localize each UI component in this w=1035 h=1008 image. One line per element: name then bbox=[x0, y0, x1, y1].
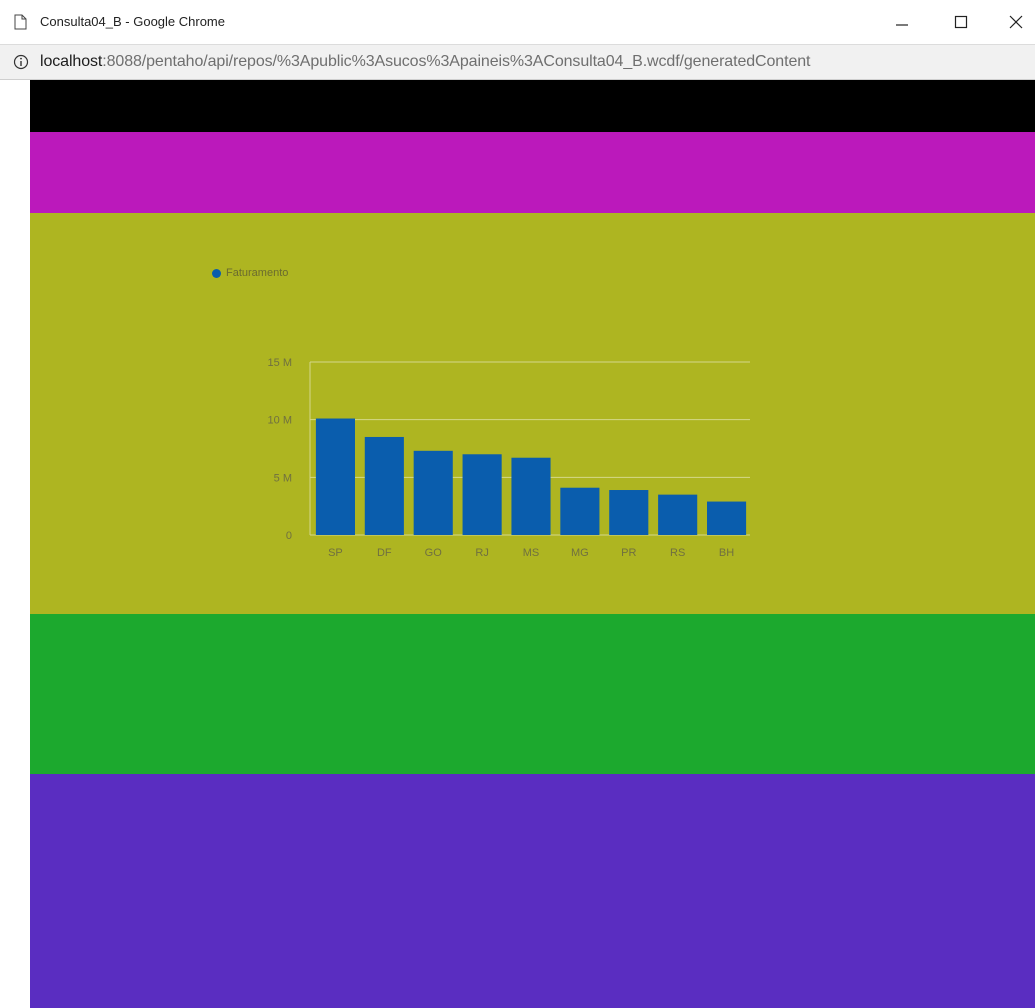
bar-mg[interactable] bbox=[560, 487, 600, 535]
y-tick-label: 15 M bbox=[268, 357, 292, 369]
bar-chart: 0 5 M 10 M 15 M SP DF GO RJ MS MG PR RS BH bbox=[250, 328, 770, 559]
window-title-bar: Consulta04_B - Google Chrome bbox=[0, 0, 1035, 44]
x-tick-label: BH bbox=[719, 547, 734, 559]
bar-sp[interactable] bbox=[315, 418, 355, 535]
maximize-button[interactable] bbox=[947, 10, 975, 34]
info-icon[interactable] bbox=[13, 54, 29, 70]
y-tick-label: 5 M bbox=[274, 472, 292, 484]
bar-rs[interactable] bbox=[658, 494, 698, 535]
url-text[interactable]: localhost:8088/pentaho/api/repos/%3Apubl… bbox=[40, 53, 810, 71]
address-bar[interactable]: localhost:8088/pentaho/api/repos/%3Apubl… bbox=[0, 44, 1035, 80]
maximize-icon bbox=[954, 15, 968, 29]
bar-ms[interactable] bbox=[511, 457, 551, 535]
x-tick-label: RJ bbox=[475, 547, 488, 559]
bar-df[interactable] bbox=[364, 436, 404, 535]
url-path: :8088/pentaho/api/repos/%3Apublic%3Asuco… bbox=[102, 53, 811, 70]
close-button[interactable] bbox=[1002, 10, 1030, 34]
page-icon bbox=[14, 14, 27, 30]
x-tick-label: PR bbox=[621, 547, 636, 559]
x-tick-label: DF bbox=[377, 547, 392, 559]
y-tick-label: 0 bbox=[286, 530, 292, 542]
chart-band: Faturamento 0 5 M 10 M 15 M SP DF GO RJ MS MG PR RS… bbox=[30, 213, 1035, 614]
header-band bbox=[30, 80, 1035, 132]
minimize-button[interactable] bbox=[888, 10, 916, 34]
legend-marker bbox=[212, 268, 221, 278]
x-tick-label: RS bbox=[670, 547, 685, 559]
y-tick-label: 10 M bbox=[268, 415, 292, 427]
minimize-icon bbox=[896, 24, 908, 26]
bottom-band bbox=[30, 774, 1035, 1008]
bar-bh[interactable] bbox=[707, 501, 747, 535]
url-host: localhost bbox=[40, 53, 103, 70]
dashboard-page: Faturamento 0 5 M 10 M 15 M SP DF GO RJ MS MG PR RS… bbox=[30, 80, 1035, 1008]
middle-band bbox=[30, 614, 1035, 774]
bar-go[interactable] bbox=[413, 450, 453, 535]
chart-legend: Faturamento bbox=[212, 267, 288, 279]
x-tick-label: MS bbox=[523, 547, 540, 559]
x-tick-label: GO bbox=[425, 547, 443, 559]
top-band bbox=[30, 132, 1035, 213]
bar-pr[interactable] bbox=[609, 490, 649, 535]
x-tick-label: MG bbox=[571, 547, 589, 559]
x-tick-label: SP bbox=[328, 547, 343, 559]
close-icon bbox=[1009, 15, 1023, 29]
legend-label: Faturamento bbox=[226, 267, 289, 279]
bar-chart-svg: 0 5 M 10 M 15 M SP DF GO RJ MS MG PR RS BH bbox=[268, 357, 750, 559]
bar-rj[interactable] bbox=[462, 454, 502, 535]
window-title: Consulta04_B - Google Chrome bbox=[40, 14, 225, 29]
